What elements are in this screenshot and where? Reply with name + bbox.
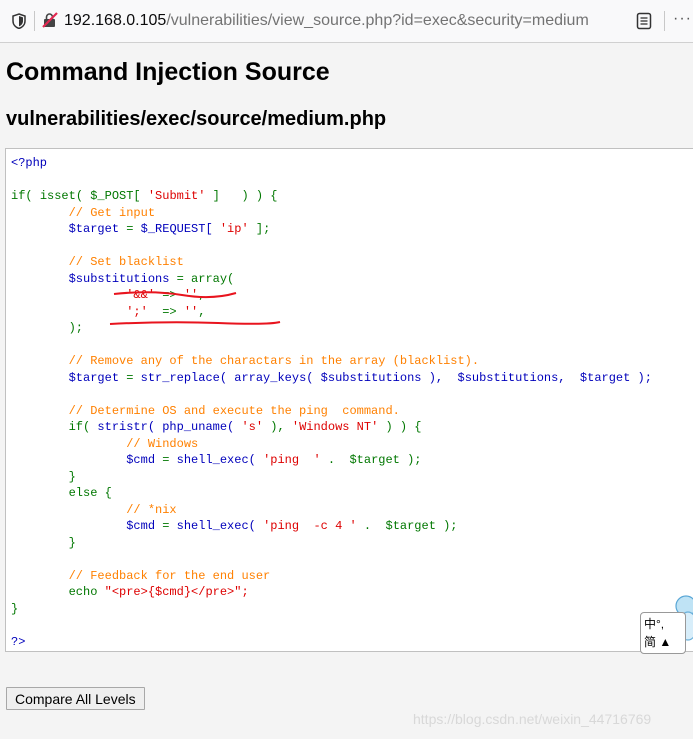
source-code-box: <?php if( isset( $_POST[ 'Submit' ] ) ) …	[5, 148, 693, 652]
url-path: /vulnerabilities/view_source.php?id=exec…	[166, 12, 589, 29]
php-open-tag: <?php	[11, 156, 48, 170]
address-bar[interactable]: 192.168.0.105/vulnerabilities/view_sourc…	[0, 0, 693, 43]
url-host: 192.168.0.105	[64, 12, 167, 29]
address-bar-divider	[34, 11, 35, 31]
shield-icon[interactable]	[12, 13, 26, 29]
php-close-tag: ?>	[11, 634, 26, 649]
comment-determine-os: // Determine OS and execute the ping com…	[68, 403, 400, 418]
comment-get-input: // Get input	[68, 205, 156, 220]
reader-view-icon[interactable]	[636, 12, 652, 30]
url-text[interactable]: 192.168.0.105/vulnerabilities/view_sourc…	[64, 11, 589, 31]
code-isset: isset( $_POST[	[39, 189, 148, 203]
red-underline-annotation	[109, 321, 281, 325]
more-menu-icon[interactable]: ···	[673, 10, 692, 28]
compare-all-levels-button[interactable]: Compare All Levels	[6, 687, 145, 710]
ime-toolbar[interactable]: 中°, 简 ▲	[640, 592, 693, 662]
watermark: https://blog.csdn.net/weixin_44716769	[413, 711, 652, 727]
insecure-lock-icon[interactable]	[42, 12, 58, 28]
toolbar-divider	[664, 11, 665, 31]
comment-remove: // Remove any of the charactars in the a…	[68, 354, 480, 368]
ime-status-bubble[interactable]: 中°, 简 ▲	[640, 612, 686, 654]
ime-charset: 简 ▲	[644, 635, 672, 649]
red-underline-annotation	[113, 291, 237, 299]
ime-mode: 中°,	[644, 617, 665, 631]
source-file-path: vulnerabilities/exec/source/medium.php	[6, 108, 387, 130]
shirt-icon: ▲	[659, 635, 672, 649]
page-title: Command Injection Source	[6, 58, 330, 86]
comment-set-blacklist: // Set blacklist	[68, 255, 184, 269]
comment-feedback: // Feedback for the end user	[68, 568, 271, 583]
php-source-code: <?php if( isset( $_POST[ 'Submit' ] ) ) …	[11, 156, 652, 649]
